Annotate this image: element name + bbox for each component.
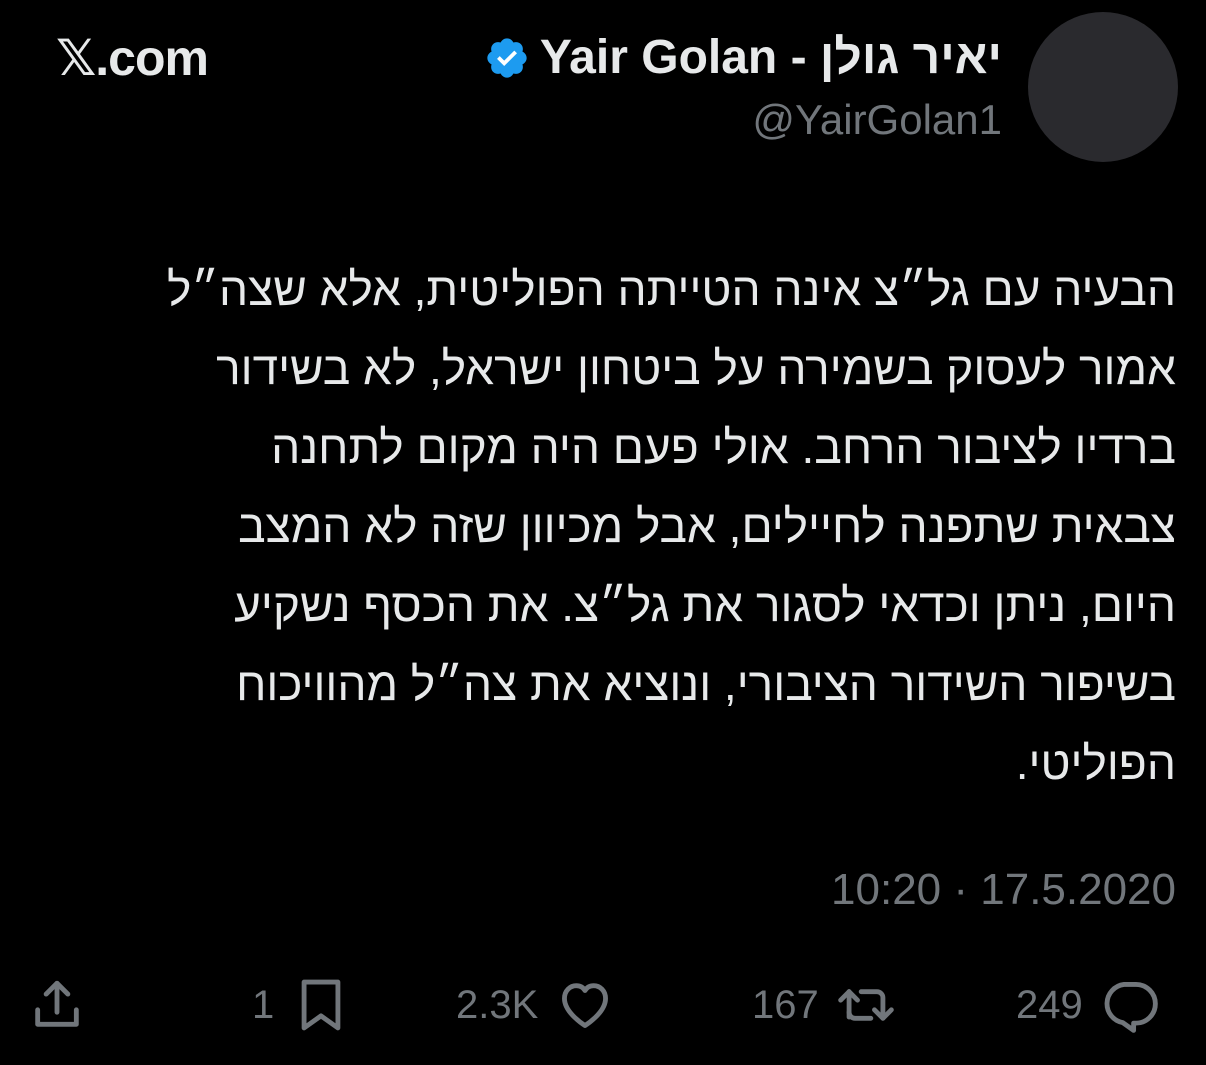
reply-icon <box>1104 982 1158 1033</box>
bookmark-icon <box>301 979 341 1031</box>
tweet-text-line: צבאית שתפנה לחיילים, אבל מכיוון שזה לא ה… <box>238 500 1176 552</box>
author-handle[interactable]: @YairGolan1 <box>752 94 1002 146</box>
tweet-text-line: הבעיה עם גל״צ אינה הטייתה הפוליטית, אלא … <box>166 263 1176 315</box>
like-button[interactable]: 2.3K <box>456 970 614 1040</box>
avatar[interactable] <box>1028 12 1178 162</box>
tweet-timestamp[interactable]: 10:20 · 17.5.2020 <box>831 860 1176 920</box>
retweet-icon <box>837 989 894 1021</box>
retweet-count: 167 <box>752 982 819 1027</box>
tweet-text-line: בשיפור השידור הציבורי, ונוציא את צה״ל מה… <box>236 658 1176 710</box>
retweet-button[interactable]: 167 <box>752 970 895 1040</box>
heart-icon <box>562 983 609 1028</box>
like-count: 2.3K <box>456 982 539 1027</box>
share-icon <box>35 980 79 1027</box>
site-label: 𝕏.com <box>56 30 209 86</box>
tweet-text-line: אמור לעסוק בשמירה על ביטחון ישראל, לא בש… <box>216 342 1176 394</box>
author-name-row[interactable]: Yair Golan - יאיר גולן <box>484 26 1002 90</box>
tweet-text: הבעיה עם גל״צ אינה הטייתה הפוליטית, אלא … <box>36 250 1176 803</box>
display-name[interactable]: Yair Golan - יאיר גולן <box>540 28 1002 88</box>
bookmark-count: 1 <box>252 982 275 1027</box>
tweet-text-line: הפוליטי. <box>1015 737 1176 789</box>
tweet-text-line: ברדיו לציבור הרחב. אולי פעם היה מקום לתח… <box>271 421 1176 473</box>
reply-count: 249 <box>1016 982 1083 1027</box>
tweet-text-line: היום, ניתן וכדאי לסגור את גל״צ. את הכסף … <box>234 579 1176 631</box>
verified-badge-icon <box>487 38 527 78</box>
reply-button[interactable]: 249 <box>1016 970 1159 1040</box>
share-button[interactable] <box>28 970 86 1040</box>
bookmark-button[interactable]: 1 <box>252 970 350 1040</box>
